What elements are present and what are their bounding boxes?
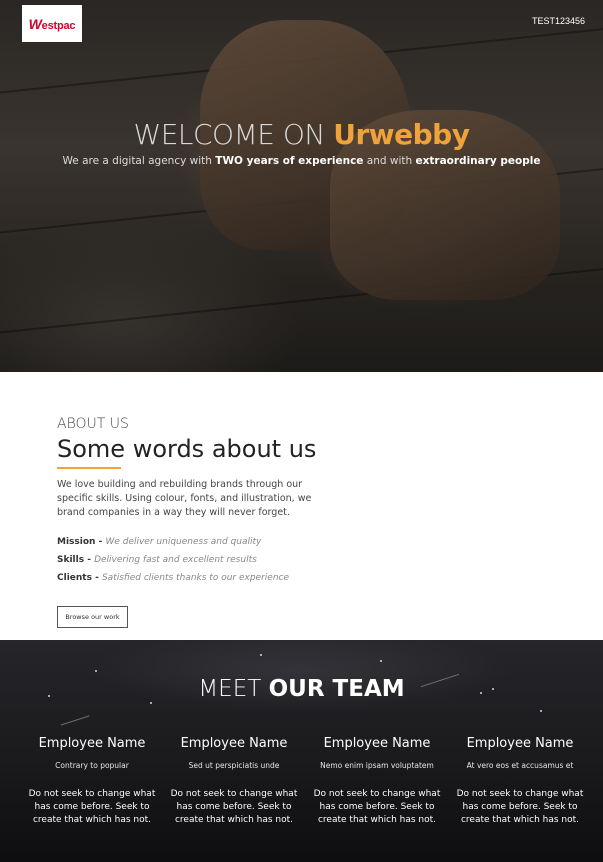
browse-our-work-button[interactable]: Browse our work — [57, 606, 128, 628]
team-member-card: Employee Name Contrary to popular Do not… — [21, 736, 163, 827]
member-bio: Do not seek to change what has come befo… — [456, 789, 584, 825]
about-description: We love building and rebuilding brands t… — [57, 479, 312, 518]
hero-section: Westpac TEST123456 WELCOME ON Urwebby We… — [0, 0, 603, 372]
member-name: Employee Name — [38, 736, 146, 751]
member-role: At vero eos et accusamus et — [466, 761, 574, 770]
background-star — [540, 710, 542, 712]
team-section: MEET OUR TEAM Employee Name Contrary to … — [0, 640, 603, 862]
about-eyebrow: ABOUT US — [57, 416, 129, 432]
member-name: Employee Name — [180, 736, 288, 751]
member-name: Employee Name — [323, 736, 431, 751]
hero-title: WELCOME ON Urwebby — [133, 118, 470, 151]
about-item-mission: Mission - We deliver uniqueness and qual… — [57, 537, 262, 547]
about-heading: Some words about us — [57, 435, 317, 463]
member-bio: Do not seek to change what has come befo… — [28, 789, 156, 825]
team-heading: MEET OUR TEAM — [198, 676, 405, 702]
team-member-card: Employee Name At vero eos et accusamus e… — [449, 736, 591, 827]
member-name: Employee Name — [466, 736, 574, 751]
logo-wordmark: Westpac — [28, 15, 76, 32]
background-star — [260, 654, 262, 656]
hero-brand: Urwebby — [333, 118, 470, 151]
user-id-label: TEST123456 — [531, 16, 585, 26]
background-streak — [60, 715, 90, 726]
member-bio: Do not seek to change what has come befo… — [170, 789, 298, 825]
about-item-clients: Clients - Satisfied clients thanks to ou… — [57, 573, 290, 583]
hero-subtitle: We are a digital agency with TWO years o… — [62, 155, 541, 167]
member-role: Contrary to popular — [55, 761, 129, 770]
westpac-logo[interactable]: Westpac — [22, 5, 82, 42]
team-member-card: Employee Name Sed ut perspiciatis unde D… — [163, 736, 305, 827]
member-role: Nemo enim ipsam voluptatem — [320, 761, 434, 770]
member-role: Sed ut perspiciatis unde — [188, 761, 280, 770]
background-star — [150, 702, 152, 704]
about-item-skills: Skills - Delivering fast and excellent r… — [57, 555, 257, 565]
background-star — [95, 670, 97, 672]
about-section: ABOUT US Some words about us We love bui… — [0, 372, 603, 640]
member-bio: Do not seek to change what has come befo… — [313, 789, 441, 825]
accent-divider — [57, 467, 121, 469]
background-star — [380, 660, 382, 662]
team-member-card: Employee Name Nemo enim ipsam voluptatem… — [306, 736, 448, 827]
